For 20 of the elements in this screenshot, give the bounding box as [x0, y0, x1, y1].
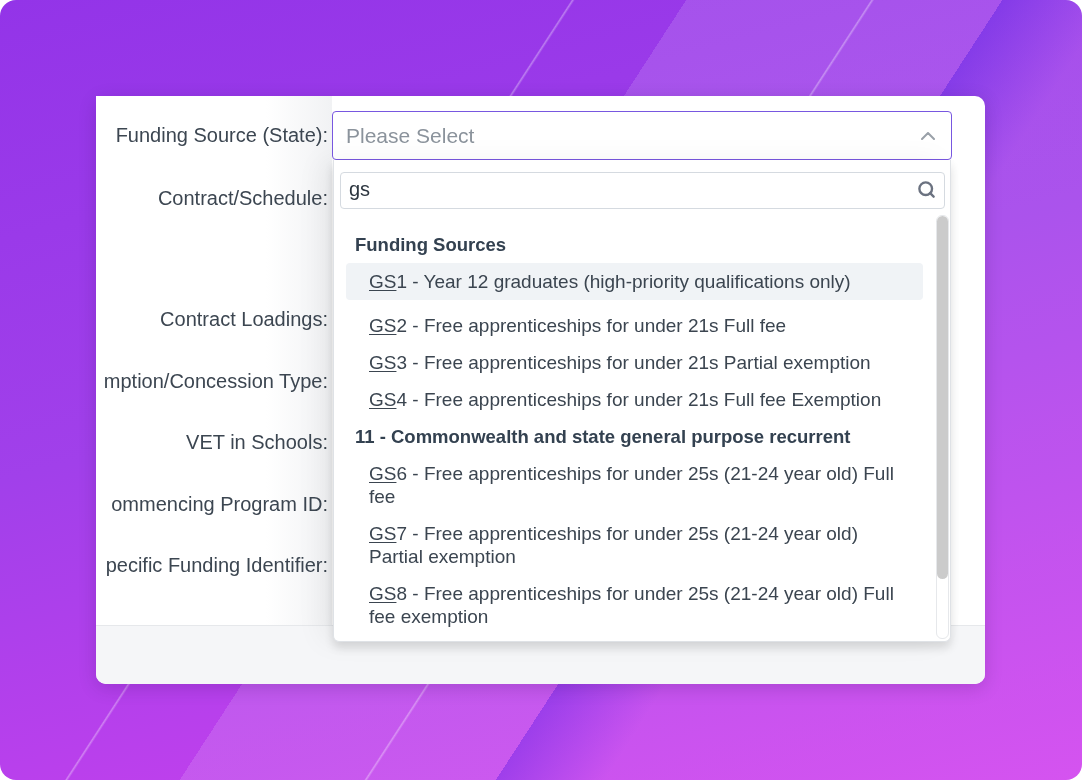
dropdown-option[interactable]: GS8 - Free apprenticeships for under 25s (21-24 year old) Full fee exemption [346, 575, 923, 635]
search-icon [917, 180, 936, 199]
group-heading: Funding Sources [354, 233, 508, 257]
dropdown-option[interactable]: GS6 - Free apprenticeships for under 25s (21-24 year old) Full fee [346, 455, 923, 515]
dropdown-option[interactable]: GS2 - Free apprenticeships for under 21s Full fee [346, 307, 923, 344]
scrollbar-thumb[interactable] [937, 216, 948, 579]
chevron-up-icon [921, 131, 935, 140]
field-label: mption/Concession Type: [103, 368, 328, 394]
search-field[interactable]: gs [340, 172, 945, 209]
field-label: Contract/Schedule: [157, 185, 328, 211]
field-label: Contract Loadings: [160, 307, 328, 333]
field-label: Funding Source (State): [115, 123, 328, 148]
dropdown-option[interactable]: GS4 - Free apprenticeships for under 21s Full fee Exemption [346, 381, 923, 418]
field-label: VET in Schools: [186, 430, 328, 456]
field-label: ommencing Program ID: [111, 491, 328, 517]
dropdown-option[interactable]: GS7 - Free apprenticeships for under 25s (21-24 year old) Partial exemption [346, 515, 923, 575]
dropdown-option[interactable]: GS3 - Free apprenticeships for under 21s Partial exemption [346, 344, 923, 381]
dropdown-option[interactable]: GS1 - Year 12 graduates (high-priority qualifications only) [346, 263, 923, 300]
field-label: pecific Funding Identifier: [105, 553, 328, 579]
group-heading: 11 - Commonwealth and state general purpose recurrent [354, 425, 852, 449]
